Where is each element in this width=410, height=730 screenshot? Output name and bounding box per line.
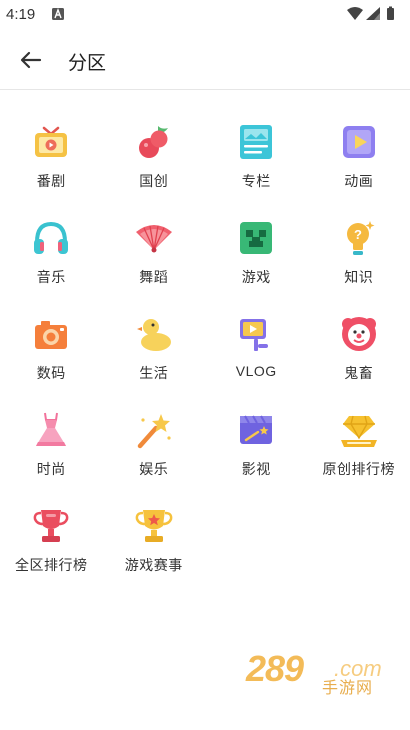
svg-text:?: ? — [354, 227, 362, 242]
dress-icon — [31, 410, 71, 450]
fan-icon — [134, 218, 174, 258]
duck-icon — [134, 314, 174, 354]
category-digital[interactable]: 数码 — [0, 314, 103, 410]
category-label: 娱乐 — [139, 461, 169, 477]
category-guochuang[interactable]: 国创 — [103, 122, 206, 218]
wifi-icon — [347, 7, 363, 20]
category-grid: 番剧 国创 专栏 动画 音乐 舞蹈 游戏 ? 知识 数码 生活 VLOG 鬼畜 … — [0, 122, 410, 602]
category-film[interactable]: 影视 — [205, 410, 308, 506]
category-label: 鬼畜 — [344, 365, 374, 381]
category-column[interactable]: 专栏 — [205, 122, 308, 218]
category-label: 动画 — [344, 173, 374, 189]
category-knowledge[interactable]: ? 知识 — [308, 218, 410, 314]
camera-icon — [31, 314, 71, 354]
back-button[interactable] — [14, 46, 48, 74]
arrow-left-icon — [20, 51, 42, 69]
category-entertainment[interactable]: 娱乐 — [103, 410, 206, 506]
article-icon — [236, 122, 276, 162]
category-life[interactable]: 生活 — [103, 314, 206, 410]
diamond-crown-icon — [339, 410, 379, 450]
category-kichiku[interactable]: 鬼畜 — [308, 314, 410, 410]
category-animation[interactable]: 动画 — [308, 122, 410, 218]
category-esports[interactable]: 游戏赛事 — [103, 506, 206, 602]
battery-icon — [387, 6, 394, 20]
watermark-main-text: 289 — [246, 648, 304, 689]
category-label: 国创 — [139, 173, 169, 189]
status-bar: 4:19 — [0, 0, 410, 30]
signal-icon — [366, 7, 380, 20]
category-original-ranking[interactable]: 原创排行榜 — [308, 410, 410, 506]
category-label: VLOG — [235, 363, 277, 379]
category-label: 全区排行榜 — [15, 557, 88, 573]
watermark-sub-text: 手游网 — [322, 680, 374, 697]
category-label: 游戏 — [241, 269, 271, 285]
status-time: 4:19 — [6, 6, 36, 23]
page-title: 分区 — [68, 53, 107, 74]
category-label: 舞蹈 — [139, 269, 169, 285]
category-label: 知识 — [344, 269, 374, 285]
category-vlog[interactable]: VLOG — [205, 314, 308, 410]
app-bar: 分区 — [0, 30, 410, 90]
tv-icon — [31, 122, 71, 162]
category-label: 音乐 — [36, 269, 66, 285]
category-dance[interactable]: 舞蹈 — [103, 218, 206, 314]
magic-wand-icon — [134, 410, 174, 450]
category-game[interactable]: 游戏 — [205, 218, 308, 314]
notification-app-icon — [52, 8, 64, 20]
category-label: 影视 — [241, 461, 271, 477]
trophy-icon — [31, 506, 71, 546]
watermark-logo: 289 .com 手游网 — [244, 648, 390, 697]
category-label: 专栏 — [241, 173, 271, 189]
category-label: 时尚 — [36, 461, 66, 477]
clown-icon — [339, 314, 379, 354]
category-all-ranking[interactable]: 全区排行榜 — [0, 506, 103, 602]
animation-play-icon — [339, 122, 379, 162]
star-trophy-icon — [134, 506, 174, 546]
category-label: 生活 — [139, 365, 169, 381]
category-label: 数码 — [36, 365, 66, 381]
cherry-icon — [134, 122, 174, 162]
category-fashion[interactable]: 时尚 — [0, 410, 103, 506]
category-label: 原创排行榜 — [322, 461, 395, 477]
category-label: 番剧 — [36, 173, 66, 189]
category-bangumi[interactable]: 番剧 — [0, 122, 103, 218]
category-music[interactable]: 音乐 — [0, 218, 103, 314]
game-face-icon — [236, 218, 276, 258]
status-right-group — [346, 6, 402, 22]
vlog-camera-icon — [236, 314, 276, 354]
headphones-icon — [31, 218, 71, 258]
lightbulb-icon: ? — [339, 218, 379, 258]
category-label: 游戏赛事 — [124, 557, 183, 573]
clapperboard-icon — [236, 410, 276, 450]
